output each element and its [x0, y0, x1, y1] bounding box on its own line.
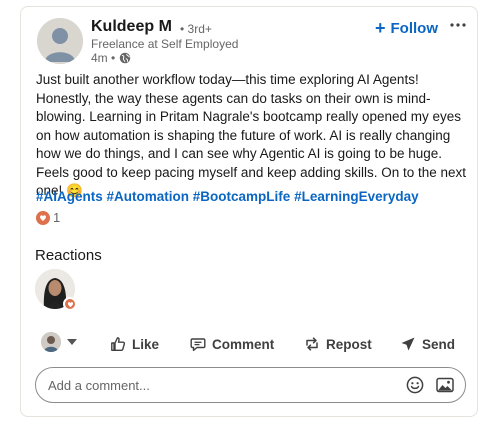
comment-label: Comment [212, 336, 275, 352]
person-placeholder-icon [37, 18, 83, 64]
repost-button[interactable]: Repost [304, 329, 372, 359]
user-avatar [41, 332, 61, 352]
send-button[interactable]: Send [400, 329, 455, 359]
repost-label: Repost [326, 336, 372, 352]
comment-box [35, 367, 466, 403]
send-label: Send [422, 336, 456, 352]
post-time: 4m • [91, 51, 116, 65]
hashtags: #AIAgents #Automation #BootcampLife #Lea… [36, 189, 419, 204]
author-name[interactable]: Kuldeep M [91, 18, 172, 36]
post-body: Just built another workflow today—this t… [36, 72, 467, 198]
author-avatar[interactable] [37, 18, 83, 64]
like-button[interactable]: Like [110, 329, 159, 359]
like-label: Like [132, 336, 160, 352]
reactor-avatar[interactable] [35, 269, 77, 311]
send-icon [401, 337, 415, 351]
ellipsis-icon[interactable] [446, 15, 470, 35]
post-card: Kuldeep M • 3rd+ Freelance at Self Emplo… [20, 6, 478, 417]
heart-icon [36, 210, 50, 225]
reaction-count: 1 [53, 210, 61, 225]
follow-label: Follow [390, 19, 439, 37]
reaction-summary[interactable]: 1 [36, 210, 60, 225]
reaction-identity-switcher[interactable] [41, 332, 77, 352]
comment-icon [190, 338, 206, 351]
reactions-heading: Reactions [35, 247, 102, 264]
hashtag-link[interactable]: #AIAgents [36, 189, 103, 204]
hashtag-link[interactable]: #Automation [107, 189, 190, 204]
plus-icon: + [375, 18, 386, 38]
follow-button[interactable]: + Follow [375, 17, 438, 39]
connection-degree: • 3rd+ [180, 22, 212, 36]
heart-icon [63, 297, 77, 311]
post-meta: 4m • [91, 51, 131, 65]
globe-icon [119, 52, 131, 64]
hashtag-link[interactable]: #BootcampLife [193, 189, 291, 204]
chevron-down-icon [67, 339, 77, 345]
action-bar: Like Comment Repost Send [21, 329, 479, 359]
comment-input[interactable] [36, 368, 405, 402]
hashtag-link[interactable]: #LearningEveryday [294, 189, 419, 204]
image-icon[interactable] [435, 375, 455, 395]
emoji-icon[interactable] [405, 375, 425, 395]
thumbs-up-icon [111, 337, 126, 351]
comment-button[interactable]: Comment [190, 329, 274, 359]
repost-icon [306, 337, 318, 351]
author-headline: Freelance at Self Employed [91, 37, 239, 51]
